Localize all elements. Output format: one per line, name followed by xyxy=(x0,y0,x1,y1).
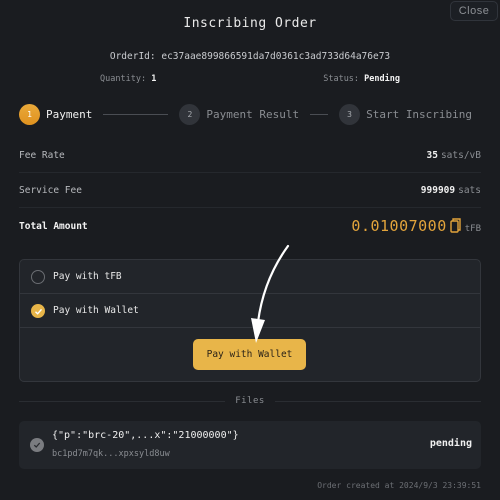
divider xyxy=(274,400,481,402)
step-2-number: 2 xyxy=(179,103,201,125)
divider xyxy=(19,207,481,208)
file-name: {"p":"brc-20",...x":"21000000"} xyxy=(52,430,239,441)
step-1-label: Payment xyxy=(46,107,93,121)
radio-checked[interactable] xyxy=(31,303,45,318)
order-id: OrderId: ec37aae899866591da7d0361c3ad733… xyxy=(0,51,500,62)
service-fee-unit: sats xyxy=(458,184,481,196)
order-id-value: ec37aae899866591da7d0361c3ad733d64a76e73 xyxy=(161,51,391,62)
copy-icon[interactable] xyxy=(450,218,461,233)
pay-with-wallet-label: Pay with Wallet xyxy=(53,305,139,316)
service-fee-amount: 999909 sats xyxy=(421,185,481,196)
check-circle-icon xyxy=(30,438,44,452)
fee-rate-label: Fee Rate xyxy=(19,149,65,161)
pay-with-wallet-option[interactable]: Pay with Wallet xyxy=(20,294,480,327)
modal-title: Inscribing Order xyxy=(183,16,317,31)
file-item: {"p":"brc-20",...x":"21000000"} bc1pd7m7… xyxy=(19,421,481,469)
total-amount-row: Total Amount 0.01007000 tFB xyxy=(19,216,481,236)
divider xyxy=(19,400,226,402)
pay-with-tfb-option[interactable]: Pay with tFB xyxy=(20,260,480,293)
fee-rate-value: 35 xyxy=(426,149,438,161)
radio-unchecked[interactable] xyxy=(31,269,45,284)
file-status: pending xyxy=(429,438,472,449)
pay-with-wallet-button[interactable]: Pay with Wallet xyxy=(193,339,306,370)
order-id-label: OrderId: xyxy=(109,51,156,62)
step-3-number: 3 xyxy=(339,103,361,125)
divider xyxy=(19,172,481,173)
pay-with-tfb-label: Pay with tFB xyxy=(53,271,122,282)
files-section-header: Files xyxy=(19,394,481,408)
order-created-timestamp: Order created at 2024/9/3 23:39:51 xyxy=(317,481,481,490)
fee-rate-row: Fee Rate 35 sats/vB xyxy=(19,145,481,165)
quantity: Quantity: 1 xyxy=(100,74,156,84)
divider xyxy=(20,327,480,328)
total-amount-value: 0.01007000 xyxy=(351,217,447,235)
inscribing-order-modal: Close Inscribing Order OrderId: ec37aae8… xyxy=(0,0,500,500)
file-address: bc1pd7m7qk...xpxsyld8uw xyxy=(52,449,170,459)
step-3-label: Start Inscribing xyxy=(366,107,473,121)
payment-method-panel: Pay with tFB Pay with Wallet Pay with Wa… xyxy=(19,259,481,382)
step-1-number: 1 xyxy=(19,103,40,125)
service-fee-row: Service Fee 999909 sats xyxy=(19,180,481,200)
step-2-label: Payment Result xyxy=(206,107,300,121)
fee-rate-amount: 35 sats/vB xyxy=(427,150,482,161)
quantity-value: 1 xyxy=(151,74,157,84)
service-fee-value: 999909 xyxy=(420,184,456,196)
checkmark-icon xyxy=(35,308,43,315)
status-value: Pending xyxy=(364,74,400,84)
steps-progress: 1 Payment 2 Payment Result 3 Start Inscr… xyxy=(19,103,481,125)
total-amount-label: Total Amount xyxy=(19,220,88,232)
files-label: Files xyxy=(235,396,265,406)
service-fee-label: Service Fee xyxy=(19,184,82,196)
total-amount: 0.01007000 tFB xyxy=(351,217,481,235)
step-connector xyxy=(310,113,329,115)
total-amount-unit: tFB xyxy=(464,224,481,234)
quantity-label: Quantity: xyxy=(100,74,147,84)
status-label: Status: xyxy=(323,74,360,84)
order-status: Status: Pending xyxy=(323,74,400,84)
fee-rate-unit: sats/vB xyxy=(440,149,481,161)
step-connector xyxy=(103,113,169,115)
